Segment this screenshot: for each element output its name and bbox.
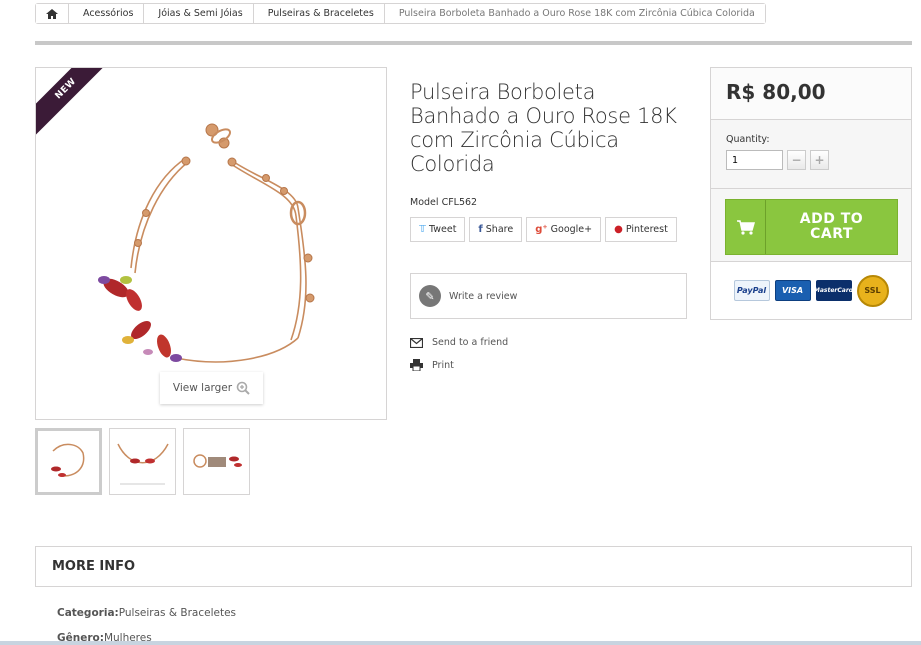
pinterest-button[interactable]: ● Pinterest bbox=[605, 217, 677, 242]
mastercard-logo: MasterCard bbox=[814, 280, 853, 301]
write-review-button[interactable]: ✎ Write a review bbox=[410, 273, 687, 319]
model-value: CFL562 bbox=[441, 197, 478, 208]
view-larger-button[interactable]: View larger bbox=[160, 372, 263, 404]
share-button[interactable]: f Share bbox=[469, 217, 523, 242]
googleplus-button[interactable]: g⁺ Google+ bbox=[526, 217, 602, 242]
send-to-friend-link[interactable]: Send to a friend bbox=[410, 337, 508, 348]
printer-icon bbox=[410, 359, 423, 371]
send-to-friend-label: Send to a friend bbox=[432, 337, 509, 348]
feature-category-value: Pulseiras & Braceletes bbox=[118, 607, 236, 619]
plus-icon: + bbox=[814, 153, 825, 167]
quantity-divider bbox=[711, 188, 911, 189]
share-label: Share bbox=[485, 224, 514, 235]
product-title: Pulseira Borboleta Banhado a Ouro Rose 1… bbox=[410, 80, 677, 176]
more-info-heading: MORE INFO bbox=[35, 546, 912, 587]
ssl-seal: SSL bbox=[856, 274, 889, 307]
home-icon bbox=[46, 8, 58, 19]
visa-logo: VISA bbox=[774, 280, 811, 301]
breadcrumb-current: Pulseira Borboleta Banhado a Ouro Rose 1… bbox=[384, 4, 765, 23]
paypal-logo: PayPal bbox=[733, 280, 770, 301]
quantity-input[interactable] bbox=[726, 150, 783, 170]
write-review-label: Write a review bbox=[449, 290, 518, 302]
pinterest-label: Pinterest bbox=[625, 224, 668, 235]
feature-category-label: Categoria: bbox=[57, 607, 119, 619]
product-main-image[interactable]: NEW View larger bbox=[35, 67, 387, 420]
price-area: R$ 80,00 bbox=[711, 68, 911, 120]
add-to-cart-button[interactable]: ADD TO CART bbox=[725, 199, 898, 255]
quantity-decrease-button[interactable]: − bbox=[787, 150, 806, 170]
googleplus-label: Google+ bbox=[550, 224, 593, 235]
quantity-increase-button[interactable]: + bbox=[810, 150, 829, 170]
breadcrumb-home[interactable] bbox=[36, 4, 69, 23]
breadcrumb: Acessórios Jóias & Semi Jóias Pulseiras … bbox=[35, 3, 766, 24]
envelope-icon bbox=[410, 337, 423, 348]
window-bottom-edge bbox=[0, 641, 921, 645]
product-price: R$ 80,00 bbox=[726, 80, 826, 104]
buy-box: R$ 80,00 Quantity: − + ADD TOCART PayPal… bbox=[710, 67, 912, 320]
twitter-icon: 𝕋 bbox=[419, 224, 426, 235]
print-link[interactable]: Print bbox=[410, 359, 454, 371]
pinterest-icon: ● bbox=[614, 224, 623, 235]
thumbnail-list bbox=[35, 428, 250, 495]
add-to-cart-label: ADD TO CART bbox=[799, 211, 864, 242]
googleplus-icon: g⁺ bbox=[535, 224, 548, 235]
social-buttons: 𝕋 Tweet f Share g⁺ Google+ ● Pinterest bbox=[410, 217, 677, 242]
bracelet-image bbox=[98, 123, 315, 363]
tweet-button[interactable]: 𝕋 Tweet bbox=[410, 217, 466, 242]
header-divider bbox=[35, 41, 912, 45]
cart-icon bbox=[726, 200, 766, 254]
zoom-in-icon bbox=[236, 381, 250, 395]
print-label: Print bbox=[432, 359, 454, 371]
breadcrumb-item-acessorios[interactable]: Acessórios bbox=[69, 4, 145, 23]
breadcrumb-item-joias[interactable]: Jóias & Semi Jóias bbox=[144, 4, 254, 23]
facebook-icon: f bbox=[478, 224, 483, 235]
thumbnail-1[interactable] bbox=[35, 428, 102, 495]
product-model: Model CFL562 bbox=[410, 197, 477, 208]
model-label: Model bbox=[410, 197, 439, 208]
minus-icon: − bbox=[791, 153, 802, 167]
quantity-label: Quantity: bbox=[726, 134, 770, 145]
tweet-label: Tweet bbox=[429, 224, 457, 235]
payment-logos: PayPal VISA MasterCard SSL bbox=[711, 262, 911, 319]
feature-category: Categoria:Pulseiras & Braceletes bbox=[57, 607, 236, 619]
thumbnail-3[interactable] bbox=[183, 428, 250, 495]
pencil-icon: ✎ bbox=[419, 285, 441, 307]
thumbnail-2[interactable] bbox=[109, 428, 176, 495]
breadcrumb-item-pulseiras[interactable]: Pulseiras & Braceletes bbox=[253, 4, 385, 23]
view-larger-label: View larger bbox=[172, 382, 233, 394]
